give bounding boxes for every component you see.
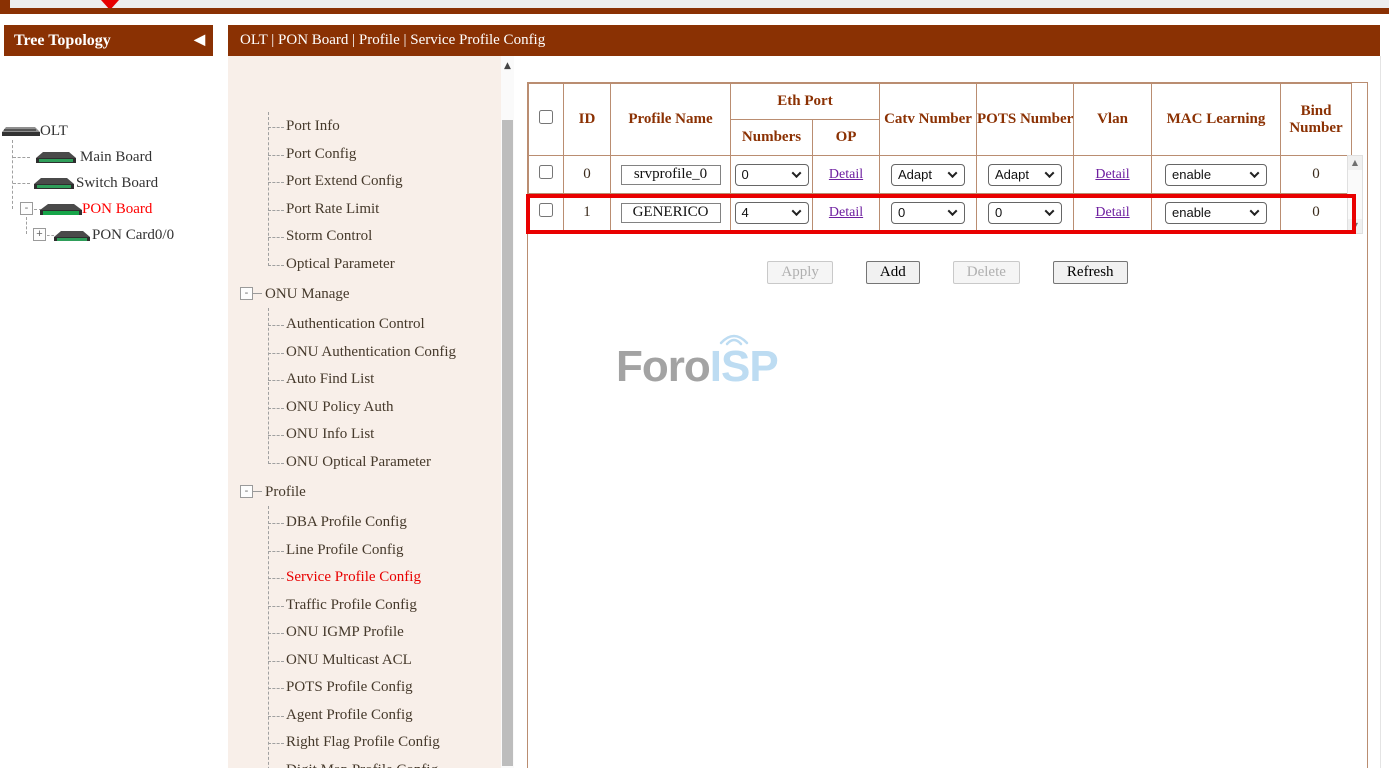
menu-item-authentication-control[interactable]: Authentication Control	[286, 316, 425, 333]
tree-node-pon-card[interactable]: PON Card0/0	[92, 227, 174, 244]
menu-item-onu-info-list[interactable]: ONU Info List	[286, 426, 374, 443]
highlight-annotation	[526, 194, 1356, 234]
table-row: 0 0 Detail Adapt Adapt Detail enable 0	[529, 156, 1352, 194]
olt-web-manager: Tree Topology ◀ OLT | PON Board | Profil…	[0, 0, 1389, 768]
panel-collapse-icon[interactable]: ◀	[194, 25, 205, 56]
chevron-down-icon	[1250, 168, 1260, 178]
menu-item-storm-control[interactable]: Storm Control	[286, 228, 372, 245]
table-actions: Apply Add Delete Refresh	[527, 261, 1368, 284]
tree-topology-title: Tree Topology	[14, 32, 111, 49]
menu-scrollbar-thumb[interactable]	[502, 120, 513, 766]
device-tree: OLT Main Board Switch Board - PON Board	[0, 56, 213, 768]
menu-item-onu-igmp-profile[interactable]: ONU IGMP Profile	[286, 624, 404, 641]
cell-id: 0	[564, 156, 611, 194]
menu-item-onu-optical-parameter[interactable]: ONU Optical Parameter	[286, 454, 431, 471]
col-header-eth-port: Eth Port	[731, 84, 880, 120]
antenna-waves-icon	[713, 327, 757, 347]
breadcrumb: OLT | PON Board | Profile | Service Prof…	[228, 25, 1380, 56]
tree-connector	[12, 140, 13, 209]
tree-connector	[26, 217, 27, 234]
top-strip	[0, 0, 1389, 8]
catv-select[interactable]: Adapt	[891, 164, 965, 186]
scrollbar-up-arrow-icon[interactable]: ▲	[501, 59, 514, 73]
menu-node-profile[interactable]: Profile	[265, 484, 306, 501]
menu-item-port-info[interactable]: Port Info	[286, 118, 340, 135]
service-profile-panel: ID Profile Name Eth Port Catv Number POT…	[527, 82, 1368, 768]
menu-item-right-flag-profile-config[interactable]: Right Flag Profile Config	[286, 734, 440, 751]
board-device-icon	[34, 176, 74, 190]
board-device-icon	[40, 202, 82, 216]
tree-connector	[47, 235, 54, 236]
col-header-vlan: Vlan	[1074, 84, 1152, 156]
chevron-down-icon	[791, 168, 801, 178]
profile-name-input[interactable]	[621, 165, 721, 185]
tree-topology-header: Tree Topology ◀	[4, 25, 213, 56]
vlan-detail-link[interactable]: Detail	[1095, 167, 1129, 182]
chevron-down-icon	[1045, 168, 1055, 178]
tree-node-pon-board[interactable]: PON Board	[82, 201, 152, 218]
tree-node-switch-board[interactable]: Switch Board	[76, 175, 158, 192]
col-header-catv-number: Catv Number	[880, 84, 977, 156]
col-header-bind-number: Bind Number	[1281, 84, 1352, 156]
mac-learning-select[interactable]: enable	[1165, 164, 1267, 186]
select-all-checkbox[interactable]	[539, 110, 553, 124]
foroisp-watermark: ForoISP	[616, 342, 778, 392]
menu-item-onu-policy-auth[interactable]: ONU Policy Auth	[286, 399, 394, 416]
scrollbar-up-arrow-icon[interactable]: ▲	[1348, 156, 1362, 170]
apply-button[interactable]: Apply	[767, 261, 833, 284]
menu-item-port-rate-limit[interactable]: Port Rate Limit	[286, 201, 379, 218]
menu-item-digit-map-profile-config[interactable]: Digit Map Profile Config	[286, 762, 438, 768]
menu-item-traffic-profile-config[interactable]: Traffic Profile Config	[286, 597, 417, 614]
col-header-mac-learning: MAC Learning	[1152, 84, 1281, 156]
refresh-button[interactable]: Refresh	[1053, 261, 1128, 284]
numbers-select[interactable]: 0	[735, 164, 809, 186]
col-header-profile-name: Profile Name	[611, 84, 731, 156]
row-checkbox[interactable]	[539, 165, 553, 179]
menu-item-auto-find-list[interactable]: Auto Find List	[286, 371, 374, 388]
pots-select[interactable]: Adapt	[988, 164, 1062, 186]
menu-node-onu-manage[interactable]: ONU Manage	[265, 286, 350, 303]
header-select-all	[529, 84, 564, 156]
function-menu: Port Info Port Config Port Extend Config…	[228, 56, 513, 768]
menu-item-onu-authentication-config[interactable]: ONU Authentication Config	[286, 344, 456, 361]
col-header-op: OP	[813, 120, 880, 156]
menu-item-port-extend-config[interactable]: Port Extend Config	[286, 173, 403, 190]
tree-connector	[13, 183, 30, 184]
menu-scrollbar[interactable]: ▲	[501, 56, 514, 768]
col-header-numbers: Numbers	[731, 120, 813, 156]
menu-item-line-profile-config[interactable]: Line Profile Config	[286, 542, 403, 559]
tree-expander-plus[interactable]: +	[33, 228, 46, 241]
menu-item-optical-parameter[interactable]: Optical Parameter	[286, 256, 395, 273]
tree-node-main-board[interactable]: Main Board	[80, 149, 152, 166]
top-divider-bar	[0, 8, 1389, 14]
card-device-icon	[54, 228, 90, 242]
menu-item-dba-profile-config[interactable]: DBA Profile Config	[286, 514, 407, 531]
board-device-icon	[36, 150, 76, 164]
menu-item-service-profile-config[interactable]: Service Profile Config	[286, 569, 421, 586]
col-header-id: ID	[564, 84, 611, 156]
chevron-down-icon	[948, 168, 958, 178]
breadcrumb-text: OLT | PON Board | Profile | Service Prof…	[240, 32, 545, 48]
olt-device-icon	[2, 124, 40, 137]
col-header-pots-number: POTS Number	[977, 84, 1074, 156]
menu-item-port-config[interactable]: Port Config	[286, 146, 356, 163]
menu-expander-onu-manage[interactable]: -	[240, 287, 253, 300]
menu-item-onu-multicast-acl[interactable]: ONU Multicast ACL	[286, 652, 412, 669]
cell-bind-number: 0	[1281, 156, 1352, 194]
tree-connector	[13, 157, 30, 158]
menu-item-pots-profile-config[interactable]: POTS Profile Config	[286, 679, 413, 696]
add-button[interactable]: Add	[866, 261, 920, 284]
top-strip-accent	[0, 0, 10, 8]
content-right-edge	[1380, 56, 1381, 768]
delete-button[interactable]: Delete	[953, 261, 1020, 284]
menu-expander-profile[interactable]: -	[240, 485, 253, 498]
op-detail-link[interactable]: Detail	[829, 167, 863, 182]
menu-item-agent-profile-config[interactable]: Agent Profile Config	[286, 707, 413, 724]
tree-expander-minus[interactable]: -	[20, 202, 33, 215]
tree-node-olt[interactable]: OLT	[40, 123, 68, 140]
